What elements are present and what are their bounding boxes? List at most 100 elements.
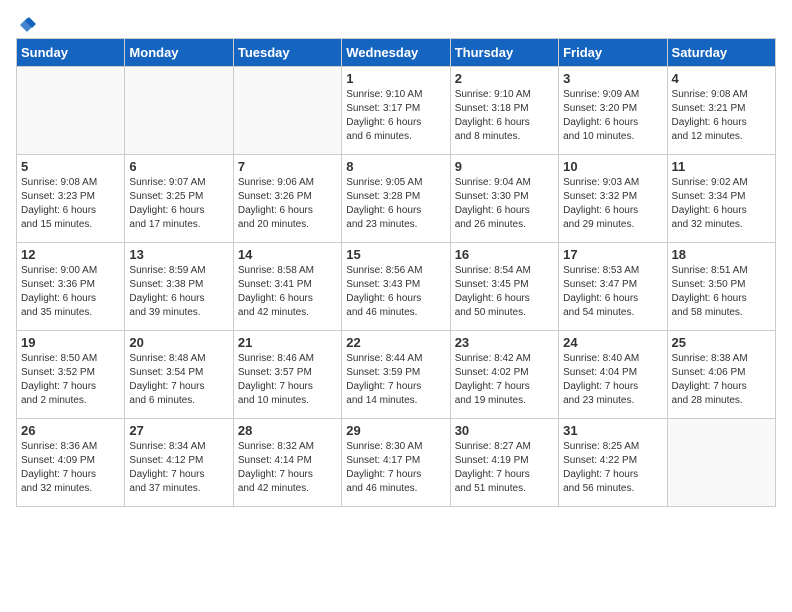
calendar-cell: 11 Sunrise: 9:02 AM Sunset: 3:34 PM Dayli… bbox=[667, 155, 775, 243]
calendar-cell: 10 Sunrise: 9:03 AM Sunset: 3:32 PM Dayli… bbox=[559, 155, 667, 243]
calendar-cell: 23 Sunrise: 8:42 AM Sunset: 4:02 PM Dayli… bbox=[450, 331, 558, 419]
day-number: 8 bbox=[346, 159, 445, 174]
day-number: 23 bbox=[455, 335, 554, 350]
day-number: 9 bbox=[455, 159, 554, 174]
calendar-cell: 27Sunrise: 8:34 AM Sunset: 4:12 PM Dayli… bbox=[125, 419, 233, 507]
calendar-cell: 28 Sunrise: 8:32 AM Sunset: 4:14 PM Dayli… bbox=[233, 419, 341, 507]
day-number: 13 bbox=[129, 247, 228, 262]
day-number: 17 bbox=[563, 247, 662, 262]
day-number: 24 bbox=[563, 335, 662, 350]
calendar-cell: 30Sunrise: 8:27 AM Sunset: 4:19 PM Dayli… bbox=[450, 419, 558, 507]
cell-content: Sunrise: 8:42 AM Sunset: 4:02 PM Dayligh… bbox=[455, 352, 554, 408]
day-number: 11 bbox=[672, 159, 771, 174]
cell-content: Sunrise: 8:27 AM Sunset: 4:19 PM Dayligh… bbox=[455, 440, 554, 496]
calendar-cell: 19 Sunrise: 8:50 AM Sunset: 3:52 PM Dayli… bbox=[17, 331, 125, 419]
cell-content: Sunrise: 9:06 AM Sunset: 3:26 PM Dayligh… bbox=[238, 176, 337, 232]
day-number: 1 bbox=[346, 71, 445, 86]
day-number: 2 bbox=[455, 71, 554, 86]
calendar-cell: 4Sunrise: 9:08 AM Sunset: 3:21 PM Daylig… bbox=[667, 67, 775, 155]
cell-content: Sunrise: 8:56 AM Sunset: 3:43 PM Dayligh… bbox=[346, 264, 445, 320]
cell-content: Sunrise: 8:36 AM Sunset: 4:09 PM Dayligh… bbox=[21, 440, 120, 496]
cell-content: Sunrise: 8:58 AM Sunset: 3:41 PM Dayligh… bbox=[238, 264, 337, 320]
calendar-cell: 8 Sunrise: 9:05 AM Sunset: 3:28 PM Daylig… bbox=[342, 155, 450, 243]
day-header-sunday: Sunday bbox=[17, 39, 125, 67]
calendar-table: SundayMondayTuesdayWednesdayThursdayFrid… bbox=[16, 38, 776, 507]
cell-content: Sunrise: 9:08 AM Sunset: 3:23 PM Dayligh… bbox=[21, 176, 120, 232]
calendar-cell: 16 Sunrise: 8:54 AM Sunset: 3:45 PM Dayli… bbox=[450, 243, 558, 331]
day-header-friday: Friday bbox=[559, 39, 667, 67]
day-number: 7 bbox=[238, 159, 337, 174]
calendar-cell: 22Sunrise: 8:44 AM Sunset: 3:59 PM Dayli… bbox=[342, 331, 450, 419]
calendar-cell bbox=[667, 419, 775, 507]
calendar-cell: 17 Sunrise: 8:53 AM Sunset: 3:47 PM Dayli… bbox=[559, 243, 667, 331]
calendar-week-row: 19 Sunrise: 8:50 AM Sunset: 3:52 PM Dayli… bbox=[17, 331, 776, 419]
page-header bbox=[16, 16, 776, 30]
cell-content: Sunrise: 9:04 AM Sunset: 3:30 PM Dayligh… bbox=[455, 176, 554, 232]
calendar-cell: 18Sunrise: 8:51 AM Sunset: 3:50 PM Dayli… bbox=[667, 243, 775, 331]
calendar-cell: 2 Sunrise: 9:10 AM Sunset: 3:18 PM Daylig… bbox=[450, 67, 558, 155]
cell-content: Sunrise: 8:46 AM Sunset: 3:57 PM Dayligh… bbox=[238, 352, 337, 408]
day-number: 20 bbox=[129, 335, 228, 350]
calendar-week-row: 12 Sunrise: 9:00 AM Sunset: 3:36 PM Dayli… bbox=[17, 243, 776, 331]
calendar-week-row: 5Sunrise: 9:08 AM Sunset: 3:23 PM Daylig… bbox=[17, 155, 776, 243]
calendar-cell: 14 Sunrise: 8:58 AM Sunset: 3:41 PM Dayli… bbox=[233, 243, 341, 331]
calendar-week-row: 1 Sunrise: 9:10 AM Sunset: 3:17 PM Daylig… bbox=[17, 67, 776, 155]
day-number: 16 bbox=[455, 247, 554, 262]
cell-content: Sunrise: 9:02 AM Sunset: 3:34 PM Dayligh… bbox=[672, 176, 771, 232]
cell-content: Sunrise: 9:07 AM Sunset: 3:25 PM Dayligh… bbox=[129, 176, 228, 232]
cell-content: Sunrise: 9:00 AM Sunset: 3:36 PM Dayligh… bbox=[21, 264, 120, 320]
day-number: 6 bbox=[129, 159, 228, 174]
cell-content: Sunrise: 9:03 AM Sunset: 3:32 PM Dayligh… bbox=[563, 176, 662, 232]
cell-content: Sunrise: 8:30 AM Sunset: 4:17 PM Dayligh… bbox=[346, 440, 445, 496]
calendar-cell: 29 Sunrise: 8:30 AM Sunset: 4:17 PM Dayli… bbox=[342, 419, 450, 507]
calendar-cell: 7 Sunrise: 9:06 AM Sunset: 3:26 PM Daylig… bbox=[233, 155, 341, 243]
calendar-cell: 31Sunrise: 8:25 AM Sunset: 4:22 PM Dayli… bbox=[559, 419, 667, 507]
cell-content: Sunrise: 9:05 AM Sunset: 3:28 PM Dayligh… bbox=[346, 176, 445, 232]
day-number: 29 bbox=[346, 423, 445, 438]
day-number: 19 bbox=[21, 335, 120, 350]
day-header-tuesday: Tuesday bbox=[233, 39, 341, 67]
day-number: 12 bbox=[21, 247, 120, 262]
calendar-cell: 6 Sunrise: 9:07 AM Sunset: 3:25 PM Daylig… bbox=[125, 155, 233, 243]
calendar-cell bbox=[233, 67, 341, 155]
calendar-cell: 21Sunrise: 8:46 AM Sunset: 3:57 PM Dayli… bbox=[233, 331, 341, 419]
calendar-cell bbox=[125, 67, 233, 155]
calendar-cell: 3 Sunrise: 9:09 AM Sunset: 3:20 PM Daylig… bbox=[559, 67, 667, 155]
calendar-cell: 13 Sunrise: 8:59 AM Sunset: 3:38 PM Dayli… bbox=[125, 243, 233, 331]
day-number: 3 bbox=[563, 71, 662, 86]
calendar-cell: 25 Sunrise: 8:38 AM Sunset: 4:06 PM Dayli… bbox=[667, 331, 775, 419]
calendar-cell: 15 Sunrise: 8:56 AM Sunset: 3:43 PM Dayli… bbox=[342, 243, 450, 331]
day-number: 22 bbox=[346, 335, 445, 350]
cell-content: Sunrise: 8:50 AM Sunset: 3:52 PM Dayligh… bbox=[21, 352, 120, 408]
calendar-cell: 26 Sunrise: 8:36 AM Sunset: 4:09 PM Dayli… bbox=[17, 419, 125, 507]
cell-content: Sunrise: 8:54 AM Sunset: 3:45 PM Dayligh… bbox=[455, 264, 554, 320]
calendar-cell: 9 Sunrise: 9:04 AM Sunset: 3:30 PM Daylig… bbox=[450, 155, 558, 243]
cell-content: Sunrise: 8:53 AM Sunset: 3:47 PM Dayligh… bbox=[563, 264, 662, 320]
day-number: 15 bbox=[346, 247, 445, 262]
cell-content: Sunrise: 9:09 AM Sunset: 3:20 PM Dayligh… bbox=[563, 88, 662, 144]
day-number: 26 bbox=[21, 423, 120, 438]
day-number: 14 bbox=[238, 247, 337, 262]
day-header-monday: Monday bbox=[125, 39, 233, 67]
cell-content: Sunrise: 9:10 AM Sunset: 3:18 PM Dayligh… bbox=[455, 88, 554, 144]
calendar-week-row: 26 Sunrise: 8:36 AM Sunset: 4:09 PM Dayli… bbox=[17, 419, 776, 507]
day-header-thursday: Thursday bbox=[450, 39, 558, 67]
calendar-cell: 24 Sunrise: 8:40 AM Sunset: 4:04 PM Dayli… bbox=[559, 331, 667, 419]
cell-content: Sunrise: 8:32 AM Sunset: 4:14 PM Dayligh… bbox=[238, 440, 337, 496]
calendar-cell: 5Sunrise: 9:08 AM Sunset: 3:23 PM Daylig… bbox=[17, 155, 125, 243]
cell-content: Sunrise: 8:38 AM Sunset: 4:06 PM Dayligh… bbox=[672, 352, 771, 408]
calendar-cell: 12 Sunrise: 9:00 AM Sunset: 3:36 PM Dayli… bbox=[17, 243, 125, 331]
cell-content: Sunrise: 9:08 AM Sunset: 3:21 PM Dayligh… bbox=[672, 88, 771, 144]
day-number: 18 bbox=[672, 247, 771, 262]
cell-content: Sunrise: 9:10 AM Sunset: 3:17 PM Dayligh… bbox=[346, 88, 445, 144]
cell-content: Sunrise: 8:40 AM Sunset: 4:04 PM Dayligh… bbox=[563, 352, 662, 408]
calendar-cell bbox=[17, 67, 125, 155]
day-number: 28 bbox=[238, 423, 337, 438]
day-number: 25 bbox=[672, 335, 771, 350]
calendar-cell: 20Sunrise: 8:48 AM Sunset: 3:54 PM Dayli… bbox=[125, 331, 233, 419]
cell-content: Sunrise: 8:59 AM Sunset: 3:38 PM Dayligh… bbox=[129, 264, 228, 320]
cell-content: Sunrise: 8:25 AM Sunset: 4:22 PM Dayligh… bbox=[563, 440, 662, 496]
day-number: 10 bbox=[563, 159, 662, 174]
logo-icon bbox=[18, 16, 36, 34]
day-header-wednesday: Wednesday bbox=[342, 39, 450, 67]
